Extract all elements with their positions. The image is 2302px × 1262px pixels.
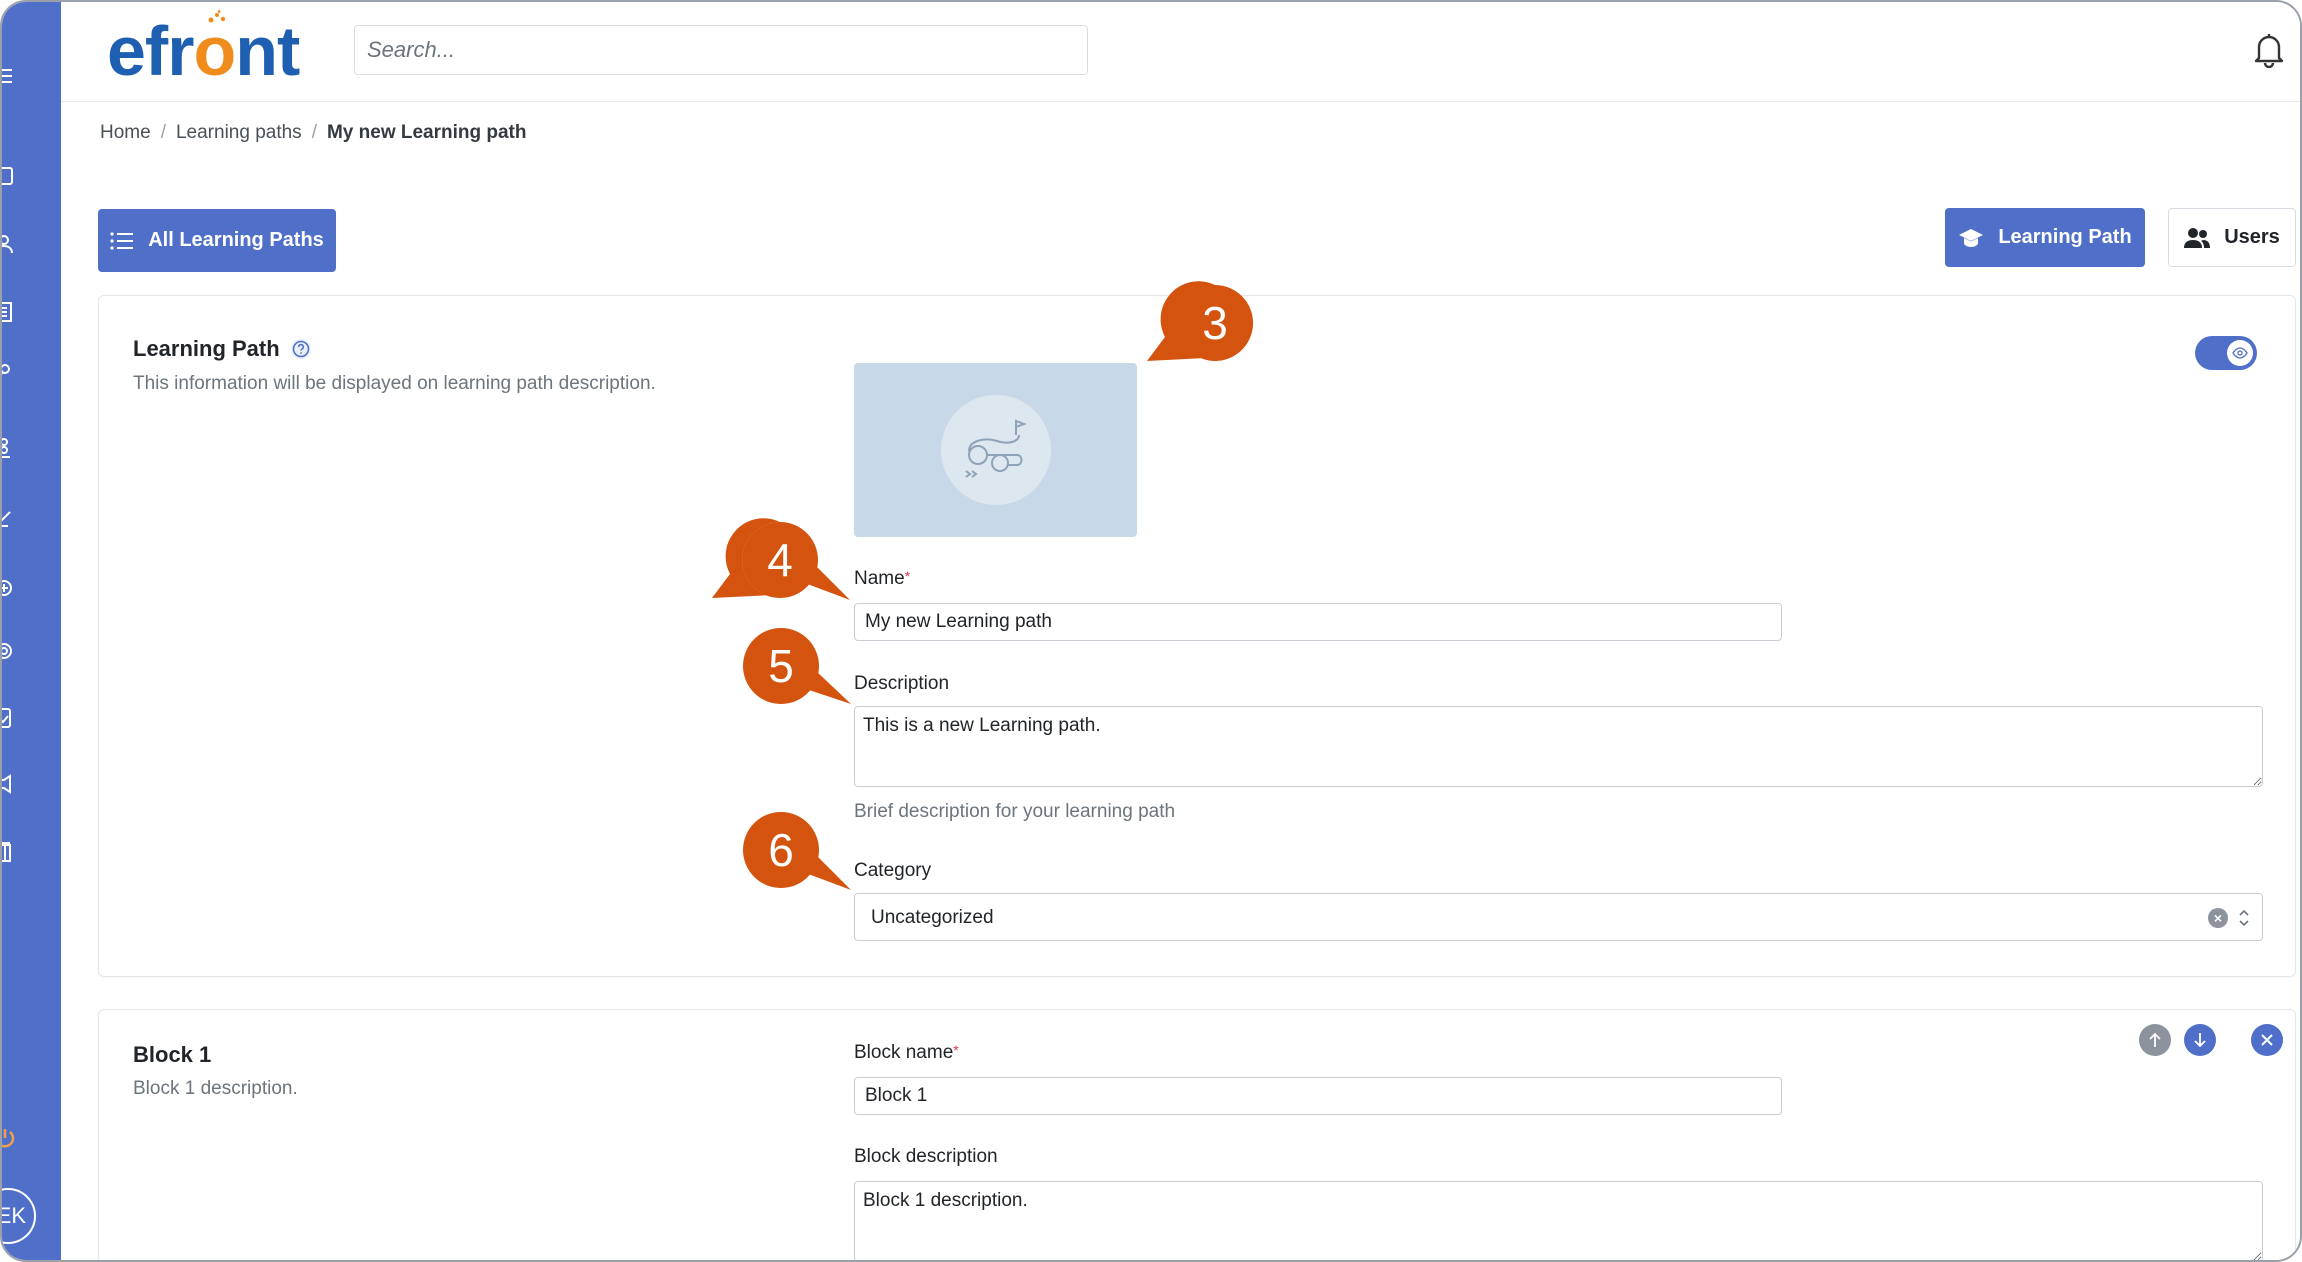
learning-path-section-title: Learning Path (133, 336, 312, 362)
power-icon[interactable] (2, 1129, 18, 1149)
block-card: Block 1 Block 1 description. Block name*… (98, 1009, 2296, 1260)
block-description-textarea[interactable]: Block 1 description. (854, 1181, 2263, 1260)
skills-icon[interactable] (2, 578, 18, 598)
notifications-sidebar-icon[interactable] (2, 774, 18, 794)
users-tab-label: Users (2224, 226, 2280, 248)
breadcrumb-learning-paths[interactable]: Learning paths (176, 122, 302, 144)
menu-icon[interactable] (2, 66, 18, 86)
move-up-button[interactable] (2139, 1024, 2171, 1056)
description-label: Description (854, 673, 950, 694)
category-selected-value: Uncategorized (871, 907, 994, 928)
list-icon (110, 231, 134, 250)
block-name-label: Block name* (854, 1042, 959, 1063)
learning-path-card: Learning Path This information will be d… (98, 295, 2296, 977)
all-learning-paths-button[interactable]: All Learning Paths (98, 209, 336, 272)
block-name-input[interactable] (854, 1077, 1782, 1115)
description-help-text: Brief description for your learning path (854, 801, 1176, 822)
close-icon (2261, 1034, 2273, 1046)
breadcrumb-separator: / (311, 122, 317, 143)
learning-paths-icon[interactable] (2, 364, 18, 384)
courses-icon[interactable] (2, 302, 18, 322)
sidebar: EK (2, 2, 61, 1260)
arrow-up-icon (2149, 1032, 2161, 1047)
section-title-text: Learning Path (133, 336, 280, 361)
dashboard-icon[interactable] (2, 166, 18, 186)
name-input[interactable] (854, 603, 1782, 641)
description-textarea[interactable]: This is a new Learning path. (854, 706, 2263, 787)
callout-3: 3 (1147, 281, 1254, 361)
arrow-down-icon (2194, 1033, 2206, 1048)
users-icon[interactable] (2, 234, 18, 254)
learning-path-section-description: This information will be displayed on le… (133, 373, 656, 394)
app-window: EK efront Home / Learning paths / My new… (0, 0, 2302, 1262)
avatar[interactable]: EK (2, 1188, 36, 1244)
callout-6: 6 (743, 812, 851, 890)
breadcrumb-separator: / (160, 122, 166, 143)
learning-path-image-placeholder (940, 395, 1051, 505)
efront-logo[interactable]: efro nt (107, 10, 300, 86)
breadcrumb: Home / Learning paths / My new Learning … (100, 122, 527, 144)
store-icon[interactable] (2, 842, 18, 862)
select-arrows-icon (2239, 909, 2249, 927)
eye-icon (2227, 340, 2253, 366)
path-illustration-icon (964, 419, 1027, 478)
breadcrumb-current: My new Learning path (326, 122, 527, 143)
users-tab-button[interactable]: Users (2168, 208, 2296, 267)
clear-icon[interactable]: × (2208, 908, 2228, 928)
learning-path-image-upload[interactable] (854, 363, 1137, 537)
badges-icon[interactable] (2, 642, 18, 662)
search-input[interactable] (354, 25, 1088, 75)
reports-icon[interactable] (2, 508, 18, 528)
move-down-button[interactable] (2184, 1024, 2216, 1056)
graduation-cap-icon (1959, 228, 1984, 247)
visibility-toggle[interactable] (2195, 336, 2257, 370)
callout-4: 4 (712, 518, 850, 600)
remove-block-button[interactable] (2251, 1024, 2283, 1056)
breadcrumb-home[interactable]: Home (100, 122, 151, 144)
groups-icon[interactable] (2, 438, 18, 458)
callout-5: 5 (743, 628, 851, 704)
block-description-label: Block description (854, 1146, 998, 1167)
category-label: Category (854, 860, 932, 881)
block-title: Block 1 (133, 1042, 212, 1067)
name-label: Name* (854, 568, 911, 589)
users-icon (2184, 227, 2211, 248)
certifications-icon[interactable] (2, 708, 18, 728)
all-learning-paths-label: All Learning Paths (148, 229, 324, 251)
help-icon[interactable] (290, 338, 312, 360)
learning-path-tab-label: Learning Path (1998, 226, 2132, 248)
bell-icon[interactable] (2252, 30, 2286, 69)
block-description-text: Block 1 description. (133, 1078, 298, 1099)
category-select[interactable]: Uncategorized × (854, 893, 2263, 941)
top-header: efro nt (61, 2, 2300, 102)
learning-path-tab-button[interactable]: Learning Path (1945, 208, 2145, 267)
